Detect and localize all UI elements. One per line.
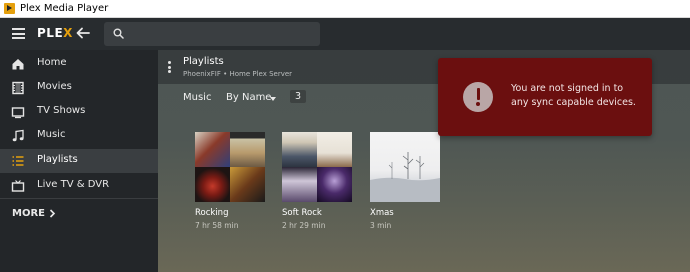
- playlist-poster[interactable]: [195, 132, 265, 202]
- playlist-name[interactable]: Rocking: [195, 208, 228, 218]
- home-icon: [12, 59, 24, 70]
- sidebar-item-label: Movies: [37, 81, 72, 92]
- sidebar-item-label: Live TV & DVR: [37, 179, 110, 190]
- playlist-poster[interactable]: [370, 132, 440, 202]
- server-subtitle: PhoenixFIF • Home Plex Server: [183, 70, 293, 78]
- sidebar-item-label: Home: [37, 57, 67, 68]
- hamburger-menu-icon[interactable]: [12, 28, 25, 39]
- sidebar-item-movies[interactable]: Movies: [0, 76, 158, 100]
- plex-app-icon: [4, 3, 15, 14]
- playlist-duration: 7 hr 58 min: [195, 221, 239, 230]
- sidebar-item-tv-shows[interactable]: TV Shows: [0, 100, 158, 124]
- plex-logo[interactable]: PLEX: [37, 26, 73, 40]
- sidebar-item-music[interactable]: Music: [0, 124, 158, 148]
- sidebar-item-live-tv[interactable]: Live TV & DVR: [0, 174, 158, 198]
- search-icon: [113, 28, 124, 39]
- sidebar-item-playlists[interactable]: Playlists: [0, 149, 158, 173]
- sidebar: Home Movies TV Shows Music Playlists Liv…: [0, 50, 158, 272]
- top-header: PLEX: [0, 18, 690, 50]
- playlist-name[interactable]: Soft Rock: [282, 208, 322, 218]
- sidebar-item-home[interactable]: Home: [0, 52, 158, 76]
- sidebar-item-label: TV Shows: [37, 105, 86, 116]
- sync-warning-toast[interactable]: You are not signed in to any sync capabl…: [438, 58, 652, 136]
- search-input[interactable]: [130, 25, 315, 43]
- sort-dropdown[interactable]: By Name: [226, 92, 271, 103]
- sidebar-divider: [0, 198, 158, 199]
- toast-message: You are not signed in to any sync capabl…: [511, 83, 636, 108]
- window-titlebar: Plex Media Player: [0, 0, 690, 18]
- logo-accent: X: [63, 26, 73, 40]
- page-title: Playlists: [183, 56, 224, 67]
- logo-text: PLE: [37, 26, 64, 40]
- more-button[interactable]: MORE: [12, 208, 56, 219]
- list-icon: [12, 156, 24, 166]
- tv-icon: [11, 107, 25, 119]
- more-label: MORE: [12, 208, 45, 219]
- playlist-card-xmas[interactable]: Xmas 3 min: [370, 132, 440, 230]
- playlist-duration: 2 hr 29 min: [282, 221, 326, 230]
- caret-down-icon[interactable]: [270, 97, 276, 101]
- winter-scene-art: [370, 152, 440, 202]
- chevron-right-icon: [49, 209, 56, 218]
- search-box[interactable]: [104, 22, 320, 46]
- music-note-icon: [12, 129, 24, 142]
- playlist-poster[interactable]: [282, 132, 352, 202]
- playlist-duration: 3 min: [370, 221, 392, 230]
- window-title: Plex Media Player: [20, 3, 109, 14]
- live-tv-icon: [11, 180, 25, 192]
- film-icon: [12, 81, 24, 95]
- more-vertical-icon[interactable]: [168, 61, 172, 73]
- playlist-card-rocking[interactable]: Rocking 7 hr 58 min: [195, 132, 265, 230]
- item-count-badge: 3: [290, 90, 307, 103]
- playlist-name[interactable]: Xmas: [370, 208, 394, 218]
- back-arrow-icon[interactable]: [76, 26, 90, 40]
- sidebar-item-label: Playlists: [37, 154, 78, 165]
- sidebar-item-label: Music: [37, 129, 66, 140]
- exclamation-icon: [463, 82, 493, 112]
- type-filter-button[interactable]: Music: [183, 92, 211, 103]
- playlist-card-soft-rock[interactable]: Soft Rock 2 hr 29 min: [282, 132, 352, 230]
